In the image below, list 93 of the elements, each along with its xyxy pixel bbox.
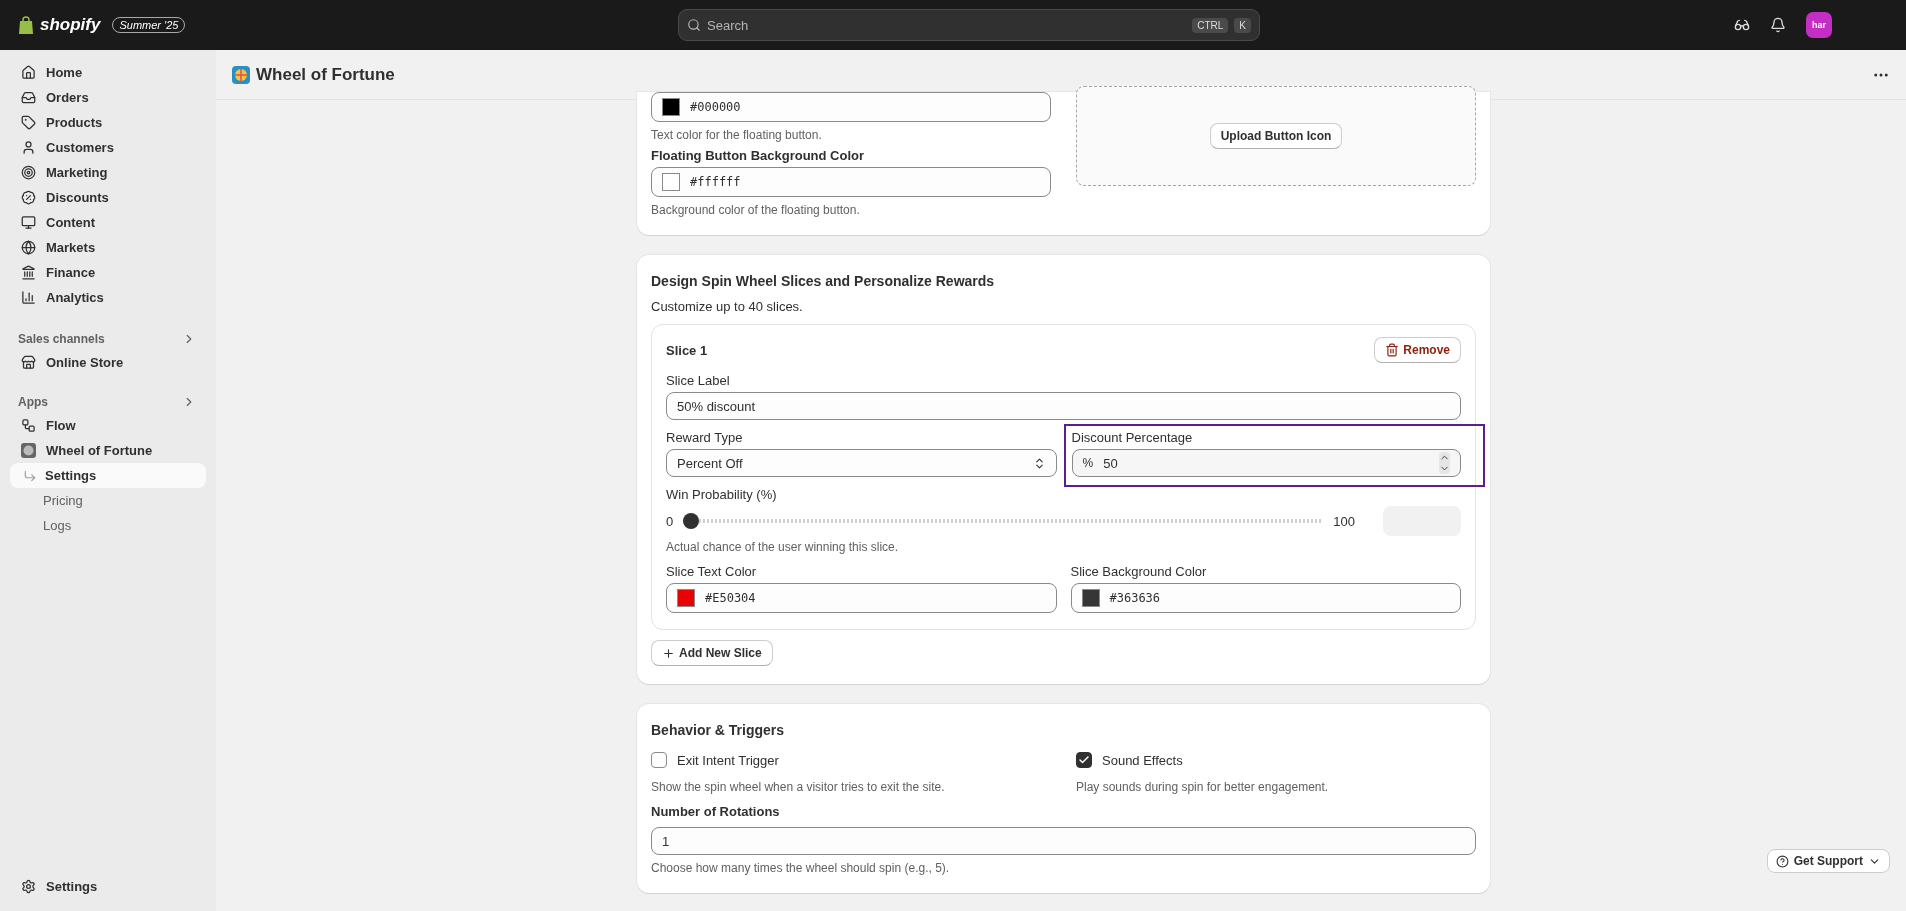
nav-item[interactable]: Content — [10, 210, 206, 235]
upload-area[interactable]: Upload Button Icon — [1076, 86, 1476, 186]
help-text: Play sounds during spin for better engagement. — [1076, 780, 1330, 794]
color-swatch[interactable] — [662, 173, 680, 191]
select-field[interactable]: Percent Off — [666, 449, 1057, 477]
nav-item[interactable]: Marketing — [10, 160, 206, 185]
slider-thumb[interactable] — [683, 513, 700, 529]
nav-item[interactable]: Wheel of Fortune — [10, 438, 206, 463]
nav-icon — [21, 215, 36, 230]
shopping-bag-icon — [18, 15, 34, 35]
color-field[interactable]: #000000 — [651, 92, 1051, 122]
color-field[interactable]: #ffffff — [651, 167, 1051, 197]
nav-icon — [21, 165, 36, 180]
avatar[interactable]: har — [1806, 12, 1832, 38]
search-icon — [687, 18, 701, 32]
nav-icon — [21, 90, 36, 105]
section-title: Apps — [18, 395, 48, 409]
support-button[interactable]: Get Support — [1766, 849, 1890, 873]
field-label: Slice Label — [666, 373, 731, 388]
nav-icon — [21, 190, 36, 205]
input-field[interactable]: 1 — [651, 827, 1476, 855]
field-label: Win Probability (%) — [666, 487, 778, 502]
field-label: Floating Button Background Color — [651, 148, 866, 163]
field-prefix: % — [1082, 456, 1094, 470]
help-text: Background color of the floating button. — [651, 203, 861, 217]
settings-icon — [21, 879, 36, 894]
flow-icon — [21, 418, 36, 433]
nav-item[interactable]: Markets — [10, 235, 206, 260]
nav-icon — [21, 140, 36, 155]
help-text: Choose how many times the wheel should spin (e.g., 5). — [651, 861, 951, 875]
nav-item[interactable]: Home — [10, 60, 206, 85]
nav-item[interactable]: Discounts — [10, 185, 206, 210]
number-field[interactable]: % 50 — [1071, 449, 1461, 477]
nav-item[interactable]: Finance — [10, 260, 206, 285]
shortcut-key: K — [1234, 17, 1251, 33]
help-icon — [1775, 854, 1789, 868]
nav-subitem[interactable]: Logs — [10, 513, 206, 538]
nav-icon — [21, 240, 36, 255]
store-icon — [21, 355, 36, 370]
checkbox[interactable] — [1076, 752, 1092, 768]
nav-item[interactable]: Analytics — [10, 285, 206, 310]
search-field[interactable]: Search CTRL K — [678, 9, 1260, 41]
help-text: Text color for the floating button. — [651, 128, 823, 142]
help-text: Show the spin wheel when a visitor tries to exit the site. — [651, 780, 946, 794]
add-slice-button[interactable]: Add New Slice — [651, 640, 773, 666]
field-label: Slice Background Color — [1070, 564, 1208, 579]
wheel-icon — [21, 443, 36, 458]
help-text: Actual chance of the user winning this slice. — [666, 540, 900, 554]
bell-icon[interactable] — [1770, 17, 1786, 33]
shortcut-key: CTRL — [1192, 17, 1229, 33]
nav-icon — [21, 290, 36, 305]
input-field[interactable]: 50% discount — [666, 392, 1461, 420]
checkbox-label: Exit Intent Trigger — [677, 752, 779, 768]
plus-icon — [662, 646, 675, 660]
color-field[interactable]: #E50304 — [666, 583, 1057, 613]
nav-icon — [21, 65, 36, 80]
card-title: Design Spin Wheel Slices and Personalize Rewards — [651, 273, 996, 289]
field-label: Number of Rotations — [651, 804, 781, 819]
field-label: Reward Type — [666, 430, 744, 445]
card-title: Behavior & Triggers — [651, 722, 786, 738]
checkbox[interactable] — [651, 752, 667, 768]
upload-button[interactable]: Upload Button Icon — [1209, 123, 1343, 149]
check-icon — [1078, 754, 1090, 766]
remove-button[interactable]: Remove — [1374, 337, 1461, 363]
nav-icon — [21, 115, 36, 130]
nav-icon — [21, 265, 36, 280]
nav-subitem[interactable]: Pricing — [10, 488, 206, 513]
page-title: Wheel of Fortune — [256, 64, 395, 85]
glasses-icon[interactable] — [1734, 17, 1750, 33]
color-field[interactable]: #363636 — [1070, 583, 1461, 613]
branch-icon — [23, 468, 37, 483]
slider-min: 0 — [666, 513, 674, 529]
card-subtitle: Customize up to 40 slices. — [651, 299, 803, 314]
nav-item[interactable]: Products — [10, 110, 206, 135]
slider-max: 100 — [1333, 513, 1355, 529]
trash-icon — [1385, 343, 1400, 357]
color-swatch[interactable] — [677, 589, 695, 607]
checkbox-label: Sound Effects — [1102, 752, 1183, 768]
field-label: Slice Text Color — [666, 564, 758, 579]
section-title: Sales channels — [18, 332, 105, 346]
nav-item[interactable]: Online Store — [10, 350, 206, 375]
slice-title: Slice 1 — [666, 342, 708, 358]
nav-item[interactable]: Customers — [10, 135, 206, 160]
color-swatch[interactable] — [662, 98, 680, 116]
brand-name[interactable]: shopify — [40, 15, 101, 35]
nav-item[interactable]: Settings — [10, 874, 206, 899]
color-swatch[interactable] — [1081, 589, 1100, 607]
field-label: Discount Percentage — [1071, 430, 1194, 445]
wheel-icon — [232, 65, 250, 84]
nav-item[interactable]: Orders — [10, 85, 206, 110]
nav-subitem[interactable]: Settings — [10, 463, 206, 488]
nav-item[interactable]: Flow — [10, 413, 206, 438]
stepper[interactable] — [1439, 452, 1450, 474]
